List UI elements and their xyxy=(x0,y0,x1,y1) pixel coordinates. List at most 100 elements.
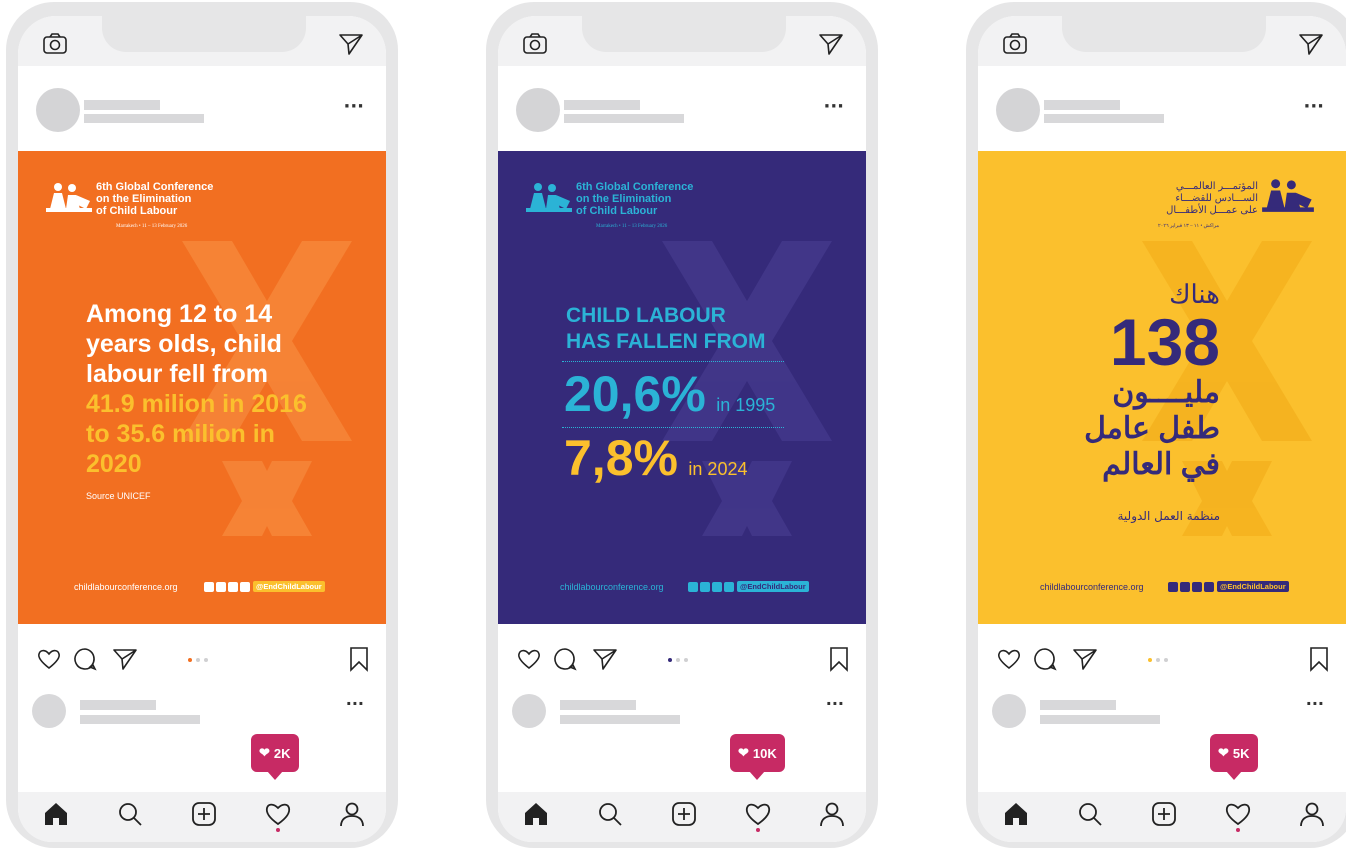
home-icon[interactable] xyxy=(522,800,550,828)
commenter-avatar[interactable] xyxy=(32,694,66,728)
more-options-icon[interactable]: ··· xyxy=(823,96,844,117)
likes-count: 5K xyxy=(1232,745,1250,761)
likes-count: 2K xyxy=(273,745,291,761)
share-icon[interactable] xyxy=(1072,646,1098,672)
tiktok-icon[interactable] xyxy=(240,581,250,592)
conference-title-line: على عمـــل الأطفـــال xyxy=(1166,205,1258,216)
facebook-icon[interactable] xyxy=(688,581,698,592)
carousel-dot xyxy=(1164,658,1168,662)
footer-url[interactable]: childlabourconference.org xyxy=(74,582,178,592)
send-icon[interactable] xyxy=(1298,32,1324,56)
comment-icon[interactable] xyxy=(552,646,578,672)
comment-placeholder xyxy=(80,700,156,710)
conference-logo xyxy=(1262,179,1314,212)
add-post-icon[interactable] xyxy=(670,800,698,828)
profile-icon[interactable] xyxy=(818,800,846,828)
location-placeholder xyxy=(564,114,684,123)
heart-icon[interactable] xyxy=(996,646,1022,672)
bookmark-icon[interactable] xyxy=(1306,646,1332,672)
phone-screen: ··· 6th Global Conference on the Elimina… xyxy=(498,16,866,842)
camera-icon[interactable] xyxy=(42,32,68,56)
instagram-icon[interactable] xyxy=(700,581,710,592)
activity-heart-icon[interactable] xyxy=(264,800,292,828)
share-icon[interactable] xyxy=(112,646,138,672)
commenter-avatar[interactable] xyxy=(512,694,546,728)
heart-icon[interactable] xyxy=(36,646,62,672)
search-icon[interactable] xyxy=(1076,800,1104,828)
commenter-avatar[interactable] xyxy=(992,694,1026,728)
carousel-dot-active xyxy=(188,658,192,662)
headline-line: CHILD LABOUR xyxy=(566,304,726,327)
comment-row: ··· xyxy=(498,690,866,730)
avatar[interactable] xyxy=(996,88,1040,132)
comment-icon[interactable] xyxy=(1032,646,1058,672)
heart-filled-icon: ❤ xyxy=(259,745,270,760)
home-icon[interactable] xyxy=(42,800,70,828)
phone-notch xyxy=(1062,16,1266,52)
bookmark-icon[interactable] xyxy=(346,646,372,672)
comment-placeholder xyxy=(1040,715,1160,724)
search-icon[interactable] xyxy=(116,800,144,828)
phone-mockup-3: ··· المؤتمـــر العالمـــي الســـادس للقض… xyxy=(966,2,1346,848)
camera-icon[interactable] xyxy=(522,32,548,56)
post-image[interactable]: 6th Global Conference on the Elimination… xyxy=(498,151,866,624)
username-placeholder xyxy=(564,100,640,110)
highlight-line: 41.9 milion in 2016 xyxy=(86,390,307,418)
footer-url[interactable]: childlabourconference.org xyxy=(1040,582,1144,592)
send-icon[interactable] xyxy=(338,32,364,56)
camera-icon[interactable] xyxy=(1002,32,1028,56)
more-options-icon[interactable]: ··· xyxy=(826,694,844,713)
youtube-icon[interactable] xyxy=(712,581,722,592)
bottom-nav xyxy=(978,792,1346,842)
footer-url[interactable]: childlabourconference.org xyxy=(560,582,664,592)
youtube-icon[interactable] xyxy=(228,581,238,592)
profile-icon[interactable] xyxy=(338,800,366,828)
tiktok-icon[interactable] xyxy=(724,581,734,592)
profile-icon[interactable] xyxy=(1298,800,1326,828)
post-image[interactable]: 6th Global Conference on the Elimination… xyxy=(18,151,386,624)
add-post-icon[interactable] xyxy=(190,800,218,828)
headline-number: 138 xyxy=(1109,305,1220,379)
youtube-icon[interactable] xyxy=(1192,581,1202,592)
home-icon[interactable] xyxy=(1002,800,1030,828)
activity-heart-icon[interactable] xyxy=(1224,800,1252,828)
heart-icon[interactable] xyxy=(516,646,542,672)
carousel-dot-active xyxy=(1148,658,1152,662)
headline: CHILD LABOUR HAS FALLEN FROM xyxy=(566,303,766,355)
location-placeholder xyxy=(1044,114,1164,123)
more-options-icon[interactable]: ··· xyxy=(1303,96,1324,117)
highlight-line: 2020 xyxy=(86,450,142,478)
headline-line: labour fell from xyxy=(86,360,268,388)
stat-value: 20,6% xyxy=(564,366,706,422)
more-options-icon[interactable]: ··· xyxy=(346,694,364,713)
avatar[interactable] xyxy=(516,88,560,132)
conference-title-line: on the Elimination xyxy=(576,193,672,205)
instagram-icon[interactable] xyxy=(1180,581,1190,592)
more-options-icon[interactable]: ··· xyxy=(343,96,364,117)
post-header: ··· xyxy=(18,66,386,152)
post-actions xyxy=(498,646,866,676)
post-actions xyxy=(978,646,1346,676)
activity-heart-icon[interactable] xyxy=(744,800,772,828)
hashtag[interactable]: @EndChildLabour xyxy=(253,581,325,592)
phone-mockup-1: ··· 6th Global Conference on the Elimina… xyxy=(6,2,398,848)
comment-icon[interactable] xyxy=(72,646,98,672)
share-icon[interactable] xyxy=(592,646,618,672)
instagram-icon[interactable] xyxy=(216,581,226,592)
search-icon[interactable] xyxy=(596,800,624,828)
post-image[interactable]: المؤتمـــر العالمـــي الســـادس للقضـــا… xyxy=(978,151,1346,624)
hashtag[interactable]: @EndChildLabour xyxy=(1217,581,1289,592)
facebook-icon[interactable] xyxy=(204,581,214,592)
bookmark-icon[interactable] xyxy=(826,646,852,672)
avatar[interactable] xyxy=(36,88,80,132)
tiktok-icon[interactable] xyxy=(1204,581,1214,592)
social-icons: @EndChildLabour xyxy=(204,581,325,592)
hashtag[interactable]: @EndChildLabour xyxy=(737,581,809,592)
activity-indicator-dot xyxy=(756,828,760,832)
stat-2024: 7,8% in 2024 xyxy=(564,429,747,487)
more-options-icon[interactable]: ··· xyxy=(1306,694,1324,713)
conference-title: 6th Global Conference on the Elimination… xyxy=(576,181,716,217)
add-post-icon[interactable] xyxy=(1150,800,1178,828)
send-icon[interactable] xyxy=(818,32,844,56)
facebook-icon[interactable] xyxy=(1168,581,1178,592)
